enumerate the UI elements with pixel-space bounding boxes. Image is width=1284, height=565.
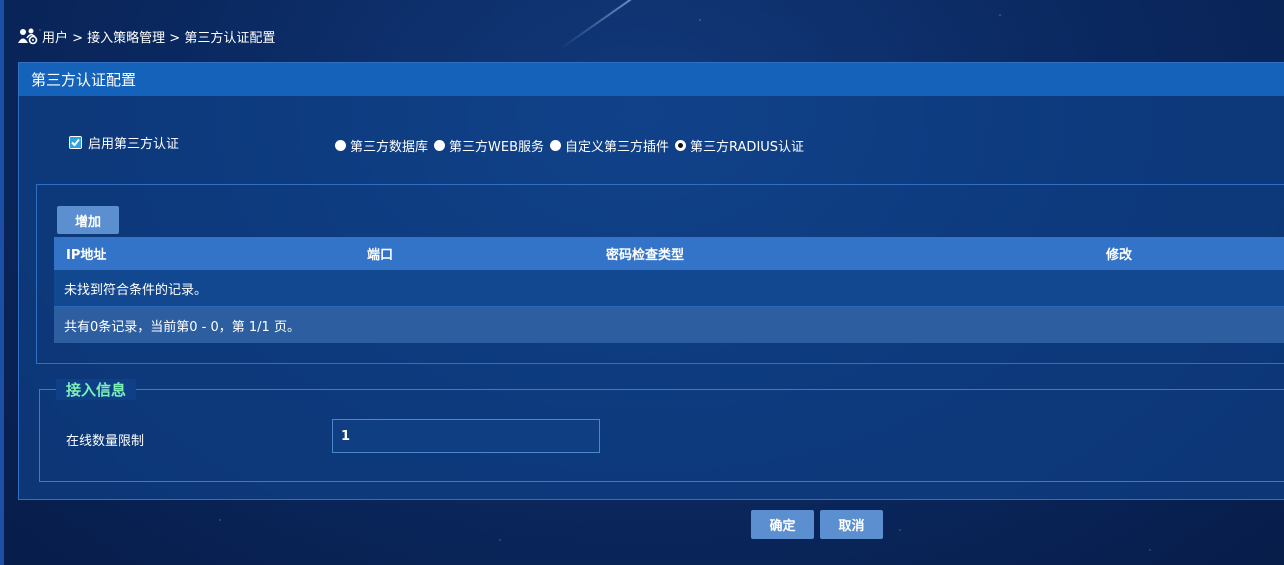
radio-custom-plugin[interactable]: 自定义第三方插件	[550, 136, 669, 155]
radio-button[interactable]	[550, 140, 562, 151]
check-icon	[70, 137, 81, 148]
table-pagination-info: 共有0条记录，当前第0 - 0，第 1/1 页。	[54, 307, 1284, 343]
radio-label: 自定义第三方插件	[565, 140, 670, 155]
enable-label: 启用第三方认证	[88, 137, 180, 152]
auth-type-radio-group: 第三方数据库 第三方WEB服务 自定义第三方插件 第三方RADIUS认证	[335, 136, 810, 155]
radius-server-table: IP地址 端口 密码检查类型 修改 未找到符合条件的记录。 共有0条记录，当前第…	[54, 237, 1284, 343]
table-header: IP地址 端口 密码检查类型 修改	[54, 237, 1284, 270]
radio-button-selected[interactable]	[675, 140, 687, 151]
column-port: 端口	[367, 248, 394, 263]
breadcrumb: 用户 > 接入策略管理 > 第三方认证配置	[18, 26, 275, 46]
radio-third-party-database[interactable]: 第三方数据库	[335, 136, 428, 155]
access-info-fieldset: 接入信息 在线数量限制	[39, 379, 1284, 482]
radio-label: 第三方RADIUS认证	[690, 140, 805, 155]
column-edit: 修改	[1106, 248, 1133, 263]
background-streak	[559, 0, 659, 50]
radio-third-party-web-service[interactable]: 第三方WEB服务	[434, 136, 544, 155]
enable-checkbox[interactable]	[69, 136, 82, 149]
radius-server-table-box: 增加 IP地址 端口 密码检查类型 修改 未找到符合条件的记录。 共有0条记录，…	[36, 184, 1284, 364]
panel-header: 第三方认证配置	[19, 63, 1284, 96]
online-limit-label: 在线数量限制	[66, 434, 145, 449]
radio-label: 第三方数据库	[350, 140, 429, 155]
online-limit-input[interactable]	[332, 419, 600, 453]
left-edge-bar	[0, 0, 4, 565]
access-info-legend: 接入信息	[56, 379, 137, 400]
third-party-auth-panel: 第三方认证配置 启用第三方认证 第三方数据库 第三方WEB服务 自定义第三方插件…	[18, 62, 1284, 500]
column-password-check-type: 密码检查类型	[606, 248, 685, 263]
radio-button[interactable]	[335, 140, 346, 151]
column-ip: IP地址	[66, 248, 107, 263]
table-empty-row: 未找到符合条件的记录。	[54, 270, 1284, 307]
radio-radius-auth[interactable]: 第三方RADIUS认证	[675, 136, 804, 155]
users-gear-icon	[18, 27, 38, 45]
radio-label: 第三方WEB服务	[449, 140, 545, 155]
panel-title: 第三方认证配置	[31, 71, 137, 89]
confirm-button[interactable]: 确定	[751, 510, 814, 539]
add-button[interactable]: 增加	[57, 206, 119, 234]
cancel-button[interactable]: 取消	[820, 510, 883, 539]
enable-third-party-auth[interactable]: 启用第三方认证	[69, 133, 179, 152]
breadcrumb-text: 用户 > 接入策略管理 > 第三方认证配置	[42, 30, 276, 46]
radio-button[interactable]	[434, 140, 446, 151]
